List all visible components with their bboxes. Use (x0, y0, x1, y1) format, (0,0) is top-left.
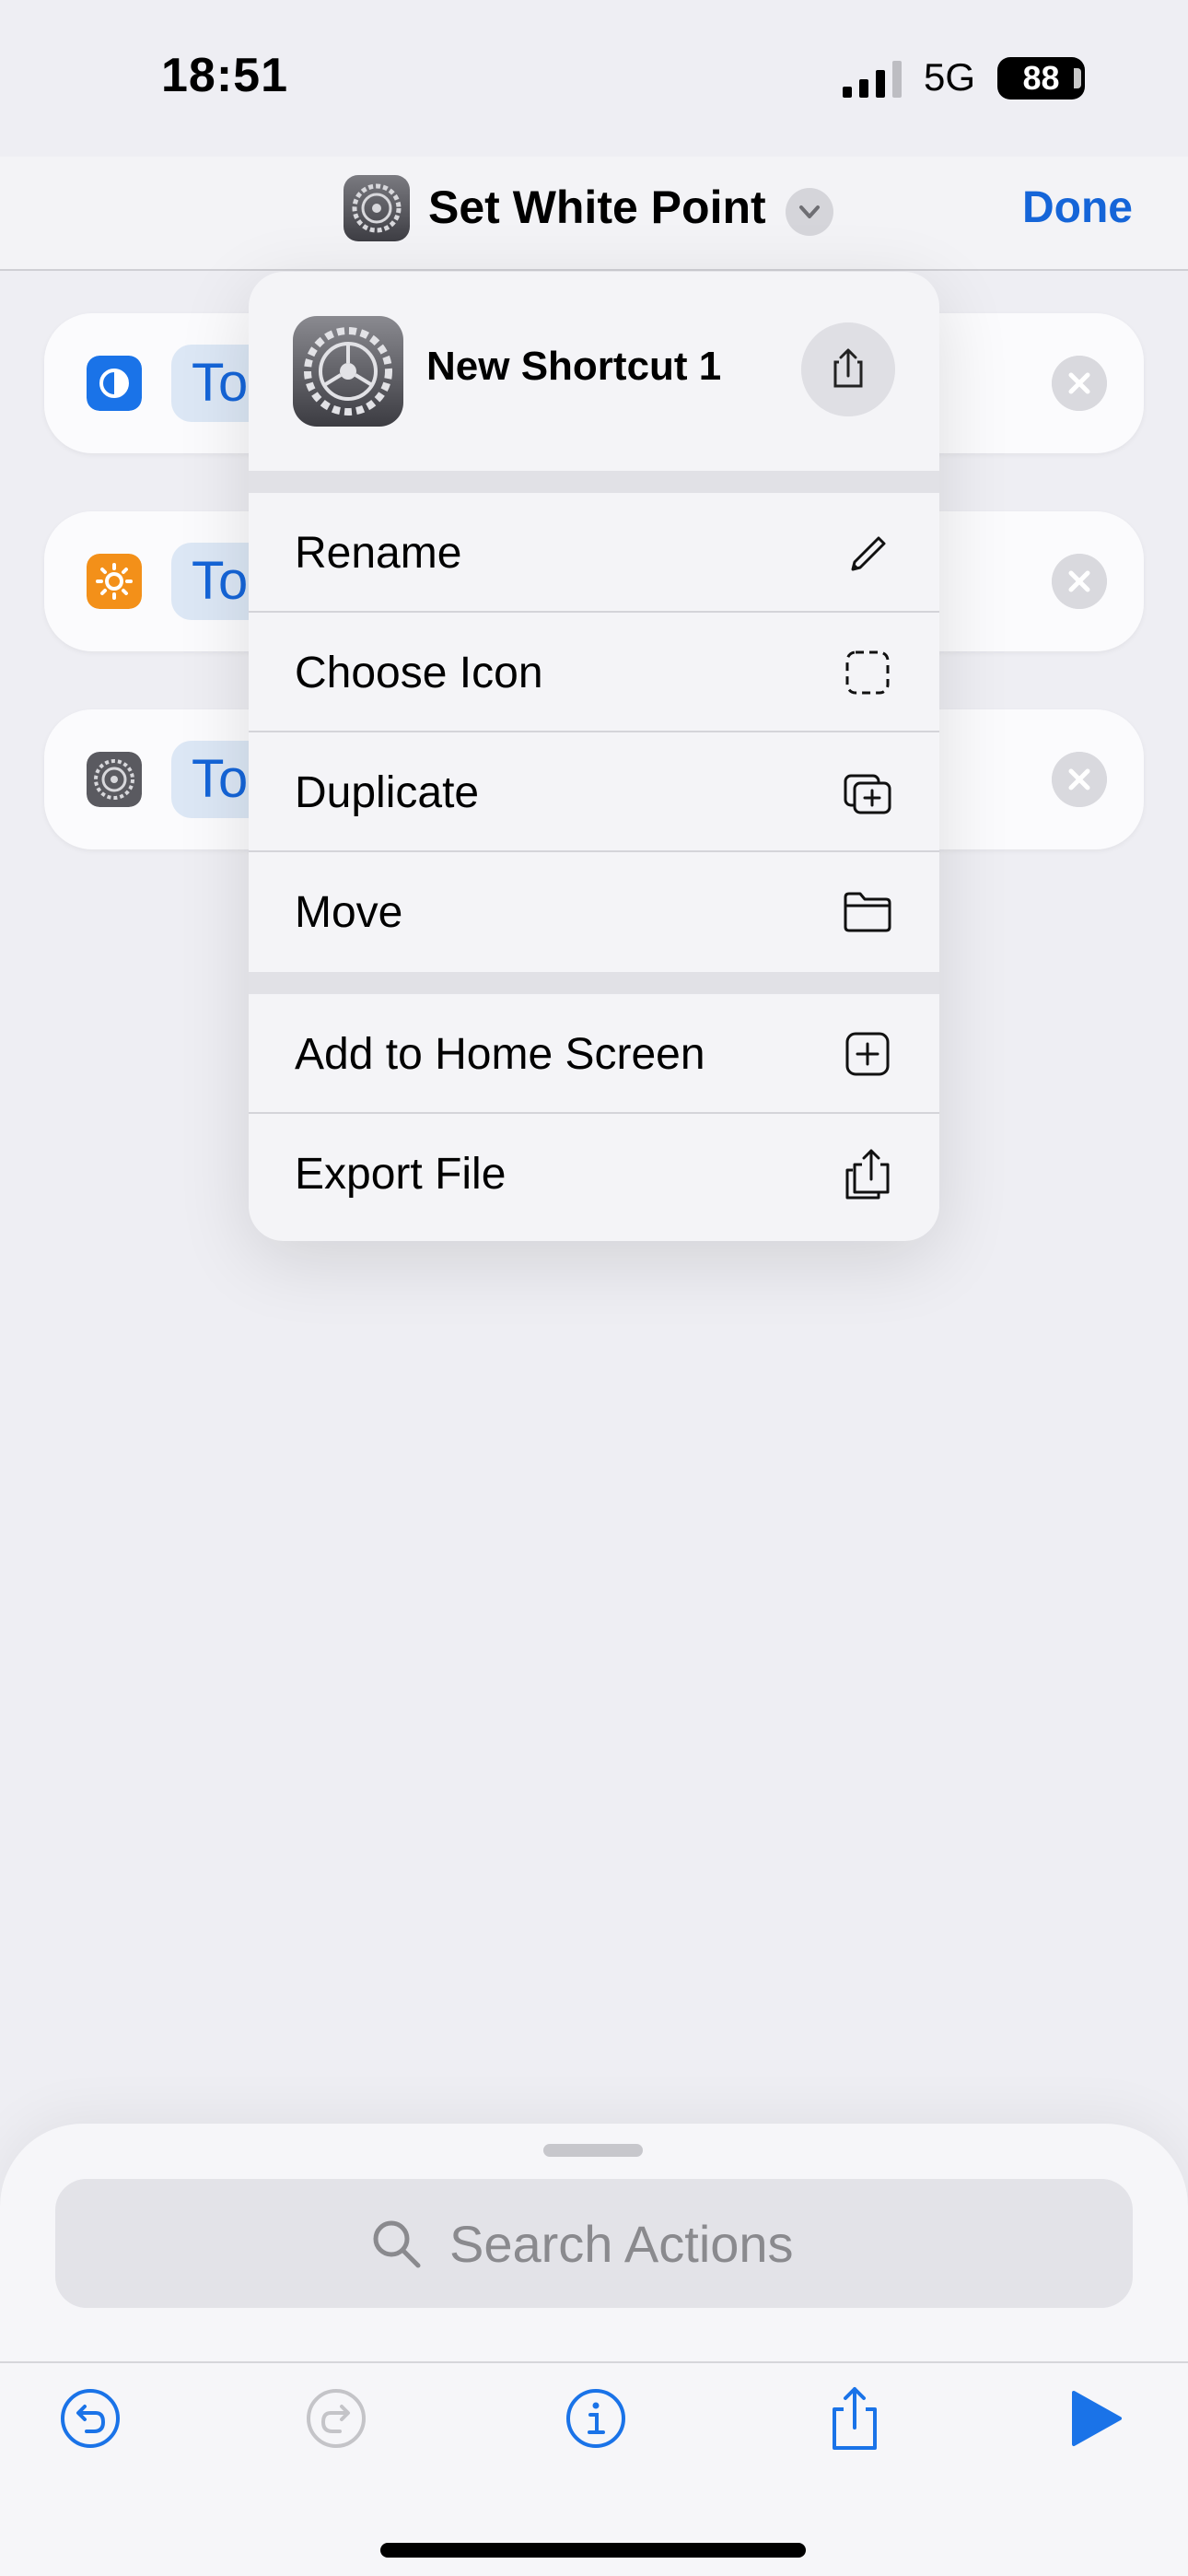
menu-item-duplicate[interactable]: Duplicate (249, 732, 939, 852)
shortcut-gear-icon (293, 316, 403, 427)
menu-header: New Shortcut 1 (249, 272, 939, 471)
actions-bottom-sheet: Search Actions (0, 2124, 1188, 2576)
menu-item-rename[interactable]: Rename (249, 493, 939, 613)
menu-item-label: Export File (295, 1150, 507, 1199)
menu-item-label: Add to Home Screen (295, 1030, 705, 1079)
share-icon[interactable] (818, 2382, 891, 2455)
menu-item-label: Rename (295, 529, 462, 578)
info-icon[interactable] (559, 2382, 633, 2455)
home-indicator (380, 2543, 806, 2558)
shortcut-context-menu: New Shortcut 1 Rename Choose Icon Duplic… (249, 272, 939, 1241)
export-file-icon (845, 1149, 890, 1200)
shortcut-name: New Shortcut 1 (426, 344, 722, 389)
toolbar-divider (0, 2361, 1188, 2363)
plus-square-icon (845, 1032, 890, 1076)
dark-mode-icon (87, 356, 142, 411)
chevron-down-icon[interactable] (786, 188, 833, 236)
search-actions-field[interactable]: Search Actions (55, 2179, 1133, 2308)
menu-item-move[interactable]: Move (249, 852, 939, 972)
folder-icon (844, 892, 891, 932)
shortcut-app-icon[interactable] (344, 175, 410, 241)
done-button[interactable]: Done (1022, 182, 1133, 233)
undo-icon[interactable] (53, 2382, 127, 2455)
remove-action-icon[interactable] (1052, 554, 1107, 609)
search-icon (373, 2220, 421, 2268)
status-time: 18:51 (161, 49, 288, 102)
menu-item-label: Duplicate (295, 768, 480, 817)
share-icon[interactable] (801, 322, 895, 416)
navigation-bar: Set White Point Done (0, 157, 1188, 271)
menu-item-export-file[interactable]: Export File (249, 1114, 939, 1234)
duplicate-icon (844, 774, 891, 814)
network-type: 5G (924, 55, 976, 99)
status-bar: 18:51 5G 88 (0, 0, 1188, 157)
brightness-icon (87, 554, 142, 609)
menu-item-label: Move (295, 888, 403, 937)
menu-item-choose-icon[interactable]: Choose Icon (249, 613, 939, 732)
remove-action-icon[interactable] (1052, 752, 1107, 807)
play-icon[interactable] (1057, 2382, 1131, 2455)
menu-item-add-to-home-screen[interactable]: Add to Home Screen (249, 994, 939, 1114)
redo-icon (307, 2389, 366, 2448)
shortcut-title[interactable]: Set White Point (428, 181, 766, 234)
sheet-grabber[interactable] (543, 2144, 643, 2157)
menu-section-gap (249, 471, 939, 493)
cellular-signal-icon (843, 61, 902, 98)
battery-cap-icon (1074, 68, 1081, 88)
menu-item-label: Choose Icon (295, 649, 543, 697)
settings-gear-icon (87, 752, 142, 807)
battery-level: 88 (997, 57, 1085, 100)
search-placeholder: Search Actions (449, 2215, 794, 2273)
pencil-icon (851, 536, 886, 571)
menu-section-gap (249, 972, 939, 994)
remove-action-icon[interactable] (1052, 356, 1107, 411)
dashed-square-icon (845, 650, 890, 695)
